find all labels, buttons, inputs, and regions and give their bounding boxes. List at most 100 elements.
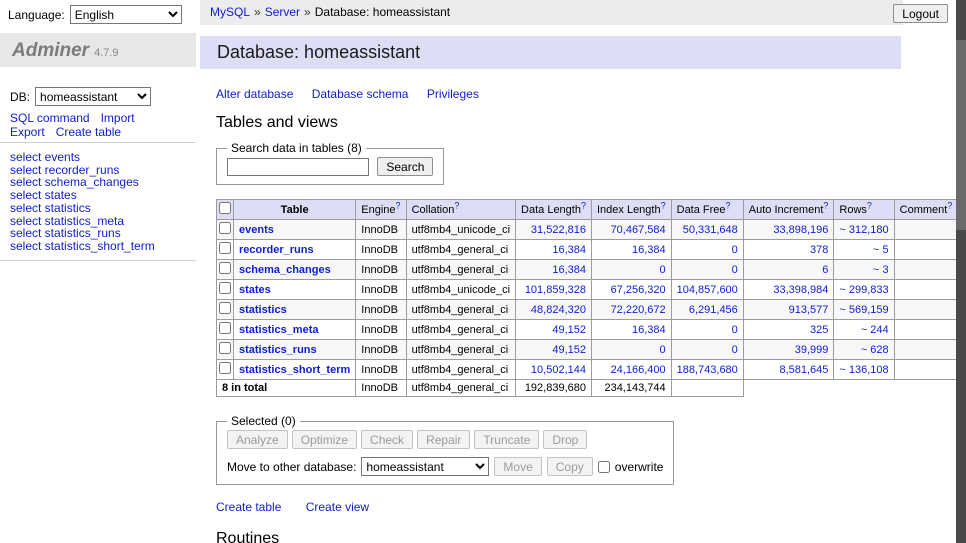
overwrite-checkbox[interactable] (598, 461, 610, 473)
auto-increment-link[interactable]: 33,398,984 (773, 284, 828, 296)
data-free-link[interactable]: 104,857,600 (677, 284, 738, 296)
data-free-link[interactable]: 0 (732, 344, 738, 356)
data-length-link[interactable]: 31,522,816 (531, 224, 586, 236)
index-length-link[interactable]: 0 (660, 344, 666, 356)
sidebar-table-link[interactable]: select statistics_short_term (10, 240, 155, 253)
column-help-link[interactable]: ? (454, 204, 459, 216)
row-checkbox[interactable] (219, 222, 231, 234)
data-free-link[interactable]: 0 (732, 324, 738, 336)
column-help-link[interactable]: ? (396, 204, 401, 216)
row-checkbox[interactable] (219, 362, 231, 374)
name-link[interactable]: recorder_runs (239, 244, 314, 256)
rows-link[interactable]: ~ 136,108 (839, 364, 888, 376)
vertical-scrollbar[interactable] (956, 0, 966, 543)
index-length-link[interactable]: 67,256,320 (611, 284, 666, 296)
data-length-link[interactable]: 49,152 (552, 344, 586, 356)
breadcrumb-mysql-link[interactable]: MySQL (210, 5, 250, 19)
name-link[interactable]: statistics (239, 304, 287, 316)
auto-increment-link[interactable]: 6 (822, 264, 828, 276)
auto-increment-link[interactable]: 39,999 (795, 344, 829, 356)
row-checkbox[interactable] (219, 302, 231, 314)
drop-button[interactable]: Drop (543, 430, 587, 449)
row-checkbox[interactable] (219, 322, 231, 334)
sidebar-table-link[interactable]: select states (10, 189, 155, 202)
repair-button[interactable]: Repair (417, 430, 470, 449)
name-link[interactable]: schema_changes (239, 264, 331, 276)
column-help-link[interactable]: ? (581, 204, 586, 216)
rows-link[interactable]: ~ 3 (873, 264, 889, 276)
check-button[interactable]: Check (361, 430, 413, 449)
rows-link[interactable]: ~ 244 (861, 324, 889, 336)
optimize-button[interactable]: Optimize (292, 430, 357, 449)
auto-increment-link[interactable]: 325 (810, 324, 828, 336)
name-link[interactable]: statistics_short_term (239, 364, 350, 376)
data-length-link[interactable]: 16,384 (552, 244, 586, 256)
rows-link[interactable]: ~ 628 (861, 344, 889, 356)
name-link[interactable]: events (239, 224, 274, 236)
data-length-link[interactable]: 16,384 (552, 264, 586, 276)
create-table-link-main[interactable]: Create table (216, 500, 281, 514)
create-view-link[interactable]: Create view (306, 500, 369, 514)
auto-increment-link[interactable]: 913,577 (789, 304, 829, 316)
search-button[interactable]: Search (377, 157, 433, 176)
breadcrumb-server-link[interactable]: Server (265, 5, 300, 19)
row-checkbox[interactable] (219, 342, 231, 354)
cell-engine: InnoDB (356, 280, 406, 300)
rows-link[interactable]: ~ 312,180 (839, 224, 888, 236)
row-checkbox[interactable] (219, 282, 231, 294)
index-length-link[interactable]: 16,384 (632, 244, 666, 256)
sidebar-table-link[interactable]: select statistics (10, 202, 155, 215)
column-help-link[interactable]: ? (661, 204, 666, 216)
data-free-link[interactable]: 50,331,648 (683, 224, 738, 236)
column-help-link[interactable]: ? (726, 204, 731, 216)
copy-button[interactable]: Copy (547, 457, 593, 476)
column-help-link[interactable]: ? (947, 204, 952, 216)
alter-database-link[interactable]: Alter database (216, 87, 293, 101)
index-length-link[interactable]: 0 (660, 264, 666, 276)
logout-button[interactable]: Logout (893, 4, 948, 23)
move-database-select[interactable]: homeassistant (361, 457, 489, 476)
auto-increment-link[interactable]: 378 (810, 244, 828, 256)
truncate-button[interactable]: Truncate (474, 430, 539, 449)
data-length-link[interactable]: 49,152 (552, 324, 586, 336)
auto-increment-link[interactable]: 33,898,196 (773, 224, 828, 236)
column-help-link[interactable]: ? (867, 204, 872, 216)
create-table-link[interactable]: Create table (56, 125, 121, 139)
data-free-link[interactable]: 0 (732, 264, 738, 276)
index-length-link[interactable]: 24,166,400 (611, 364, 666, 376)
sidebar-table-link[interactable]: select events (10, 151, 155, 164)
data-free-link[interactable]: 6,291,456 (689, 304, 738, 316)
index-length-link[interactable]: 16,384 (632, 324, 666, 336)
import-link[interactable]: Import (101, 111, 135, 125)
scrollbar-thumb[interactable] (956, 40, 966, 230)
data-length-link[interactable]: 101,859,328 (525, 284, 586, 296)
name-link[interactable]: states (239, 284, 271, 296)
database-schema-link[interactable]: Database schema (312, 87, 409, 101)
db-select[interactable]: homeassistant (35, 87, 151, 106)
data-free-link[interactable]: 188,743,680 (677, 364, 738, 376)
adminer-logo[interactable]: Adminer (12, 40, 89, 61)
name-link[interactable]: statistics_meta (239, 324, 319, 336)
data-length-link[interactable]: 10,502,144 (531, 364, 586, 376)
rows-link[interactable]: ~ 299,833 (839, 284, 888, 296)
search-input[interactable] (227, 158, 369, 176)
select-all-checkbox[interactable] (219, 202, 231, 214)
index-length-link[interactable]: 70,467,584 (611, 224, 666, 236)
data-length-link[interactable]: 48,824,320 (531, 304, 586, 316)
analyze-button[interactable]: Analyze (227, 430, 288, 449)
data-free-link[interactable]: 0 (732, 244, 738, 256)
sql-command-link[interactable]: SQL command (10, 111, 90, 125)
auto-increment-link[interactable]: 8,581,645 (779, 364, 828, 376)
row-checkbox[interactable] (219, 242, 231, 254)
row-checkbox[interactable] (219, 262, 231, 274)
rows-link[interactable]: ~ 569,159 (839, 304, 888, 316)
column-help-link[interactable]: ? (823, 204, 828, 216)
privileges-link[interactable]: Privileges (427, 87, 479, 101)
rows-link[interactable]: ~ 5 (873, 244, 889, 256)
language-select[interactable]: English (70, 5, 182, 24)
move-button[interactable]: Move (494, 457, 541, 476)
export-link[interactable]: Export (10, 125, 45, 139)
cell-data-free: 0 (671, 320, 743, 340)
index-length-link[interactable]: 72,220,672 (611, 304, 666, 316)
name-link[interactable]: statistics_runs (239, 344, 317, 356)
